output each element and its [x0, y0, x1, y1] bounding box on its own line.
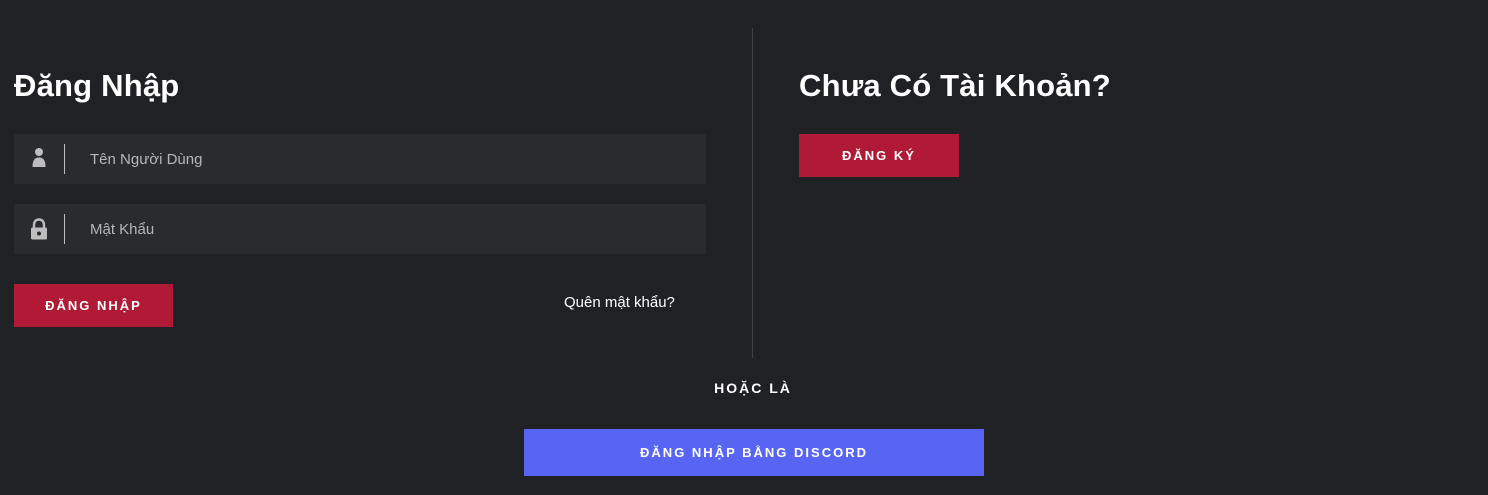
- password-field[interactable]: [14, 204, 706, 254]
- lock-icon: [28, 217, 50, 241]
- register-button[interactable]: ĐĂNG KÝ: [799, 134, 959, 177]
- user-icon: [28, 147, 50, 171]
- username-field[interactable]: [14, 134, 706, 184]
- username-input[interactable]: [76, 134, 686, 184]
- password-input[interactable]: [76, 204, 686, 254]
- vertical-divider: [752, 28, 753, 358]
- forgot-password-link[interactable]: Quên mật khẩu?: [564, 294, 675, 311]
- login-heading: Đăng Nhập: [14, 68, 180, 103]
- discord-login-button[interactable]: ĐĂNG NHẬP BẰNG DISCORD: [524, 429, 984, 476]
- field-separator: [64, 144, 65, 174]
- or-separator-label: HOẶC LÀ: [714, 380, 792, 396]
- field-separator: [64, 214, 65, 244]
- login-button[interactable]: ĐĂNG NHẬP: [14, 284, 173, 327]
- register-heading: Chưa Có Tài Khoản?: [799, 68, 1111, 103]
- login-panel: Đăng Nhập ĐĂNG NHẬP Quên mật khẩu?: [14, 0, 706, 360]
